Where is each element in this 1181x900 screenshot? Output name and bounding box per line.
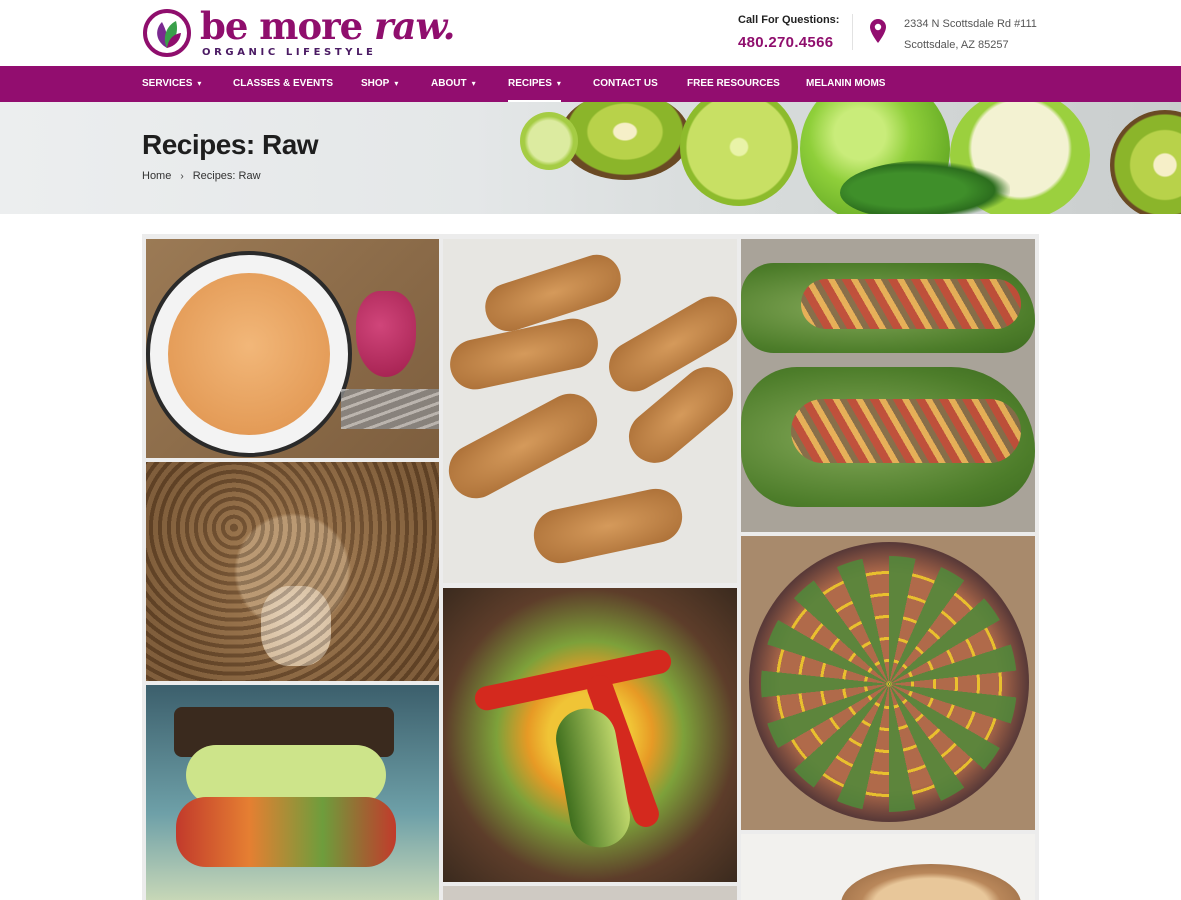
utensils-shape xyxy=(341,389,439,429)
bowl-rim-shape xyxy=(841,864,1021,900)
chevron-down-icon: ▾ xyxy=(197,79,202,88)
phone-link[interactable]: 480.270.4566 xyxy=(738,34,839,51)
gallery-item-veggie-pizza-peppers-photo[interactable] xyxy=(443,588,737,882)
chevron-down-icon: ▾ xyxy=(394,79,399,88)
kiwi-image xyxy=(560,102,690,180)
logo-leaf-icon xyxy=(143,9,191,57)
gallery-item-crusted-rolls-photo[interactable] xyxy=(443,239,737,583)
nav-item-shop[interactable]: SHOP ▾ xyxy=(361,66,398,102)
nav-item-free-resources[interactable]: FREE RESOURCES xyxy=(687,66,780,102)
address-block[interactable]: 2334 N Scottsdale Rd #111 Scottsdale, AZ… xyxy=(904,14,1037,56)
soup-shape xyxy=(168,273,330,435)
site-header: be more raw. ORGANIC LIFESTYLE Call For … xyxy=(0,0,1181,66)
chevron-down-icon: ▾ xyxy=(471,79,476,88)
call-label: Call For Questions: xyxy=(738,14,840,26)
lime-slice-image xyxy=(520,112,578,170)
lime-image xyxy=(680,102,798,206)
header-divider xyxy=(852,14,853,50)
gallery-item-arugula-pizza-photo[interactable] xyxy=(741,536,1035,830)
chevron-right-icon: › xyxy=(180,171,184,182)
nav-item-recipes[interactable]: RECIPES ▾ xyxy=(508,66,561,102)
kiwi-image-2 xyxy=(1110,110,1181,214)
nav-item-melanin-moms[interactable]: MELANIN MOMS xyxy=(806,66,885,102)
roll-shape xyxy=(443,384,607,508)
site-logo[interactable]: be more raw. ORGANIC LIFESTYLE xyxy=(142,4,456,60)
breadcrumb: Home › Recipes: Raw xyxy=(142,170,261,182)
crumble-texture xyxy=(146,462,439,681)
address-line-1: 2334 N Scottsdale Rd #111 xyxy=(904,18,1037,30)
gallery-item-lettuce-wraps-photo[interactable] xyxy=(741,239,1035,532)
nav-item-about[interactable]: ABOUT ▾ xyxy=(431,66,476,102)
filling-shape xyxy=(176,797,396,867)
breadcrumb-home-link[interactable]: Home xyxy=(142,170,171,182)
call-block: Call For Questions: 480.270.4566 xyxy=(738,14,839,51)
nav-item-services[interactable]: SERVICES ▾ xyxy=(142,66,201,102)
logo-tagline: ORGANIC LIFESTYLE xyxy=(202,47,377,58)
logo-wordmark: be more raw. xyxy=(200,4,456,48)
gallery-item-soup-bowl-photo[interactable] xyxy=(146,239,439,458)
page-title: Recipes: Raw xyxy=(142,129,319,160)
main-nav: SERVICES ▾ CLASSES & EVENTS SHOP ▾ ABOUT ▾ … xyxy=(0,66,1181,102)
pepper-strip-shape xyxy=(472,647,674,713)
arugula-texture xyxy=(761,556,1017,812)
gallery-item-hummus-bowl-photo[interactable] xyxy=(741,834,1035,900)
nav-item-classes-events[interactable]: CLASSES & EVENTS xyxy=(233,66,333,102)
address-line-2: Scottsdale, AZ 85257 xyxy=(904,39,1009,51)
filling-shape xyxy=(801,279,1021,329)
page-banner: Recipes: Raw Home › Recipes: Raw xyxy=(0,102,1181,214)
nav-item-contact-us[interactable]: CONTACT US xyxy=(593,66,658,102)
roll-shape xyxy=(529,483,687,569)
gallery-item-plate-photo[interactable] xyxy=(443,886,737,900)
breadcrumb-current: Recipes: Raw xyxy=(192,170,261,182)
chevron-down-icon: ▾ xyxy=(556,79,561,88)
recipe-gallery xyxy=(142,234,1039,900)
lettuce-shape xyxy=(186,745,386,805)
filling-shape xyxy=(791,399,1021,463)
gallery-item-walnut-meat-processor-photo[interactable] xyxy=(146,462,439,681)
pepper-shape xyxy=(356,291,416,377)
map-pin-icon xyxy=(870,19,886,43)
gallery-item-sandwich-photo[interactable] xyxy=(146,685,439,900)
